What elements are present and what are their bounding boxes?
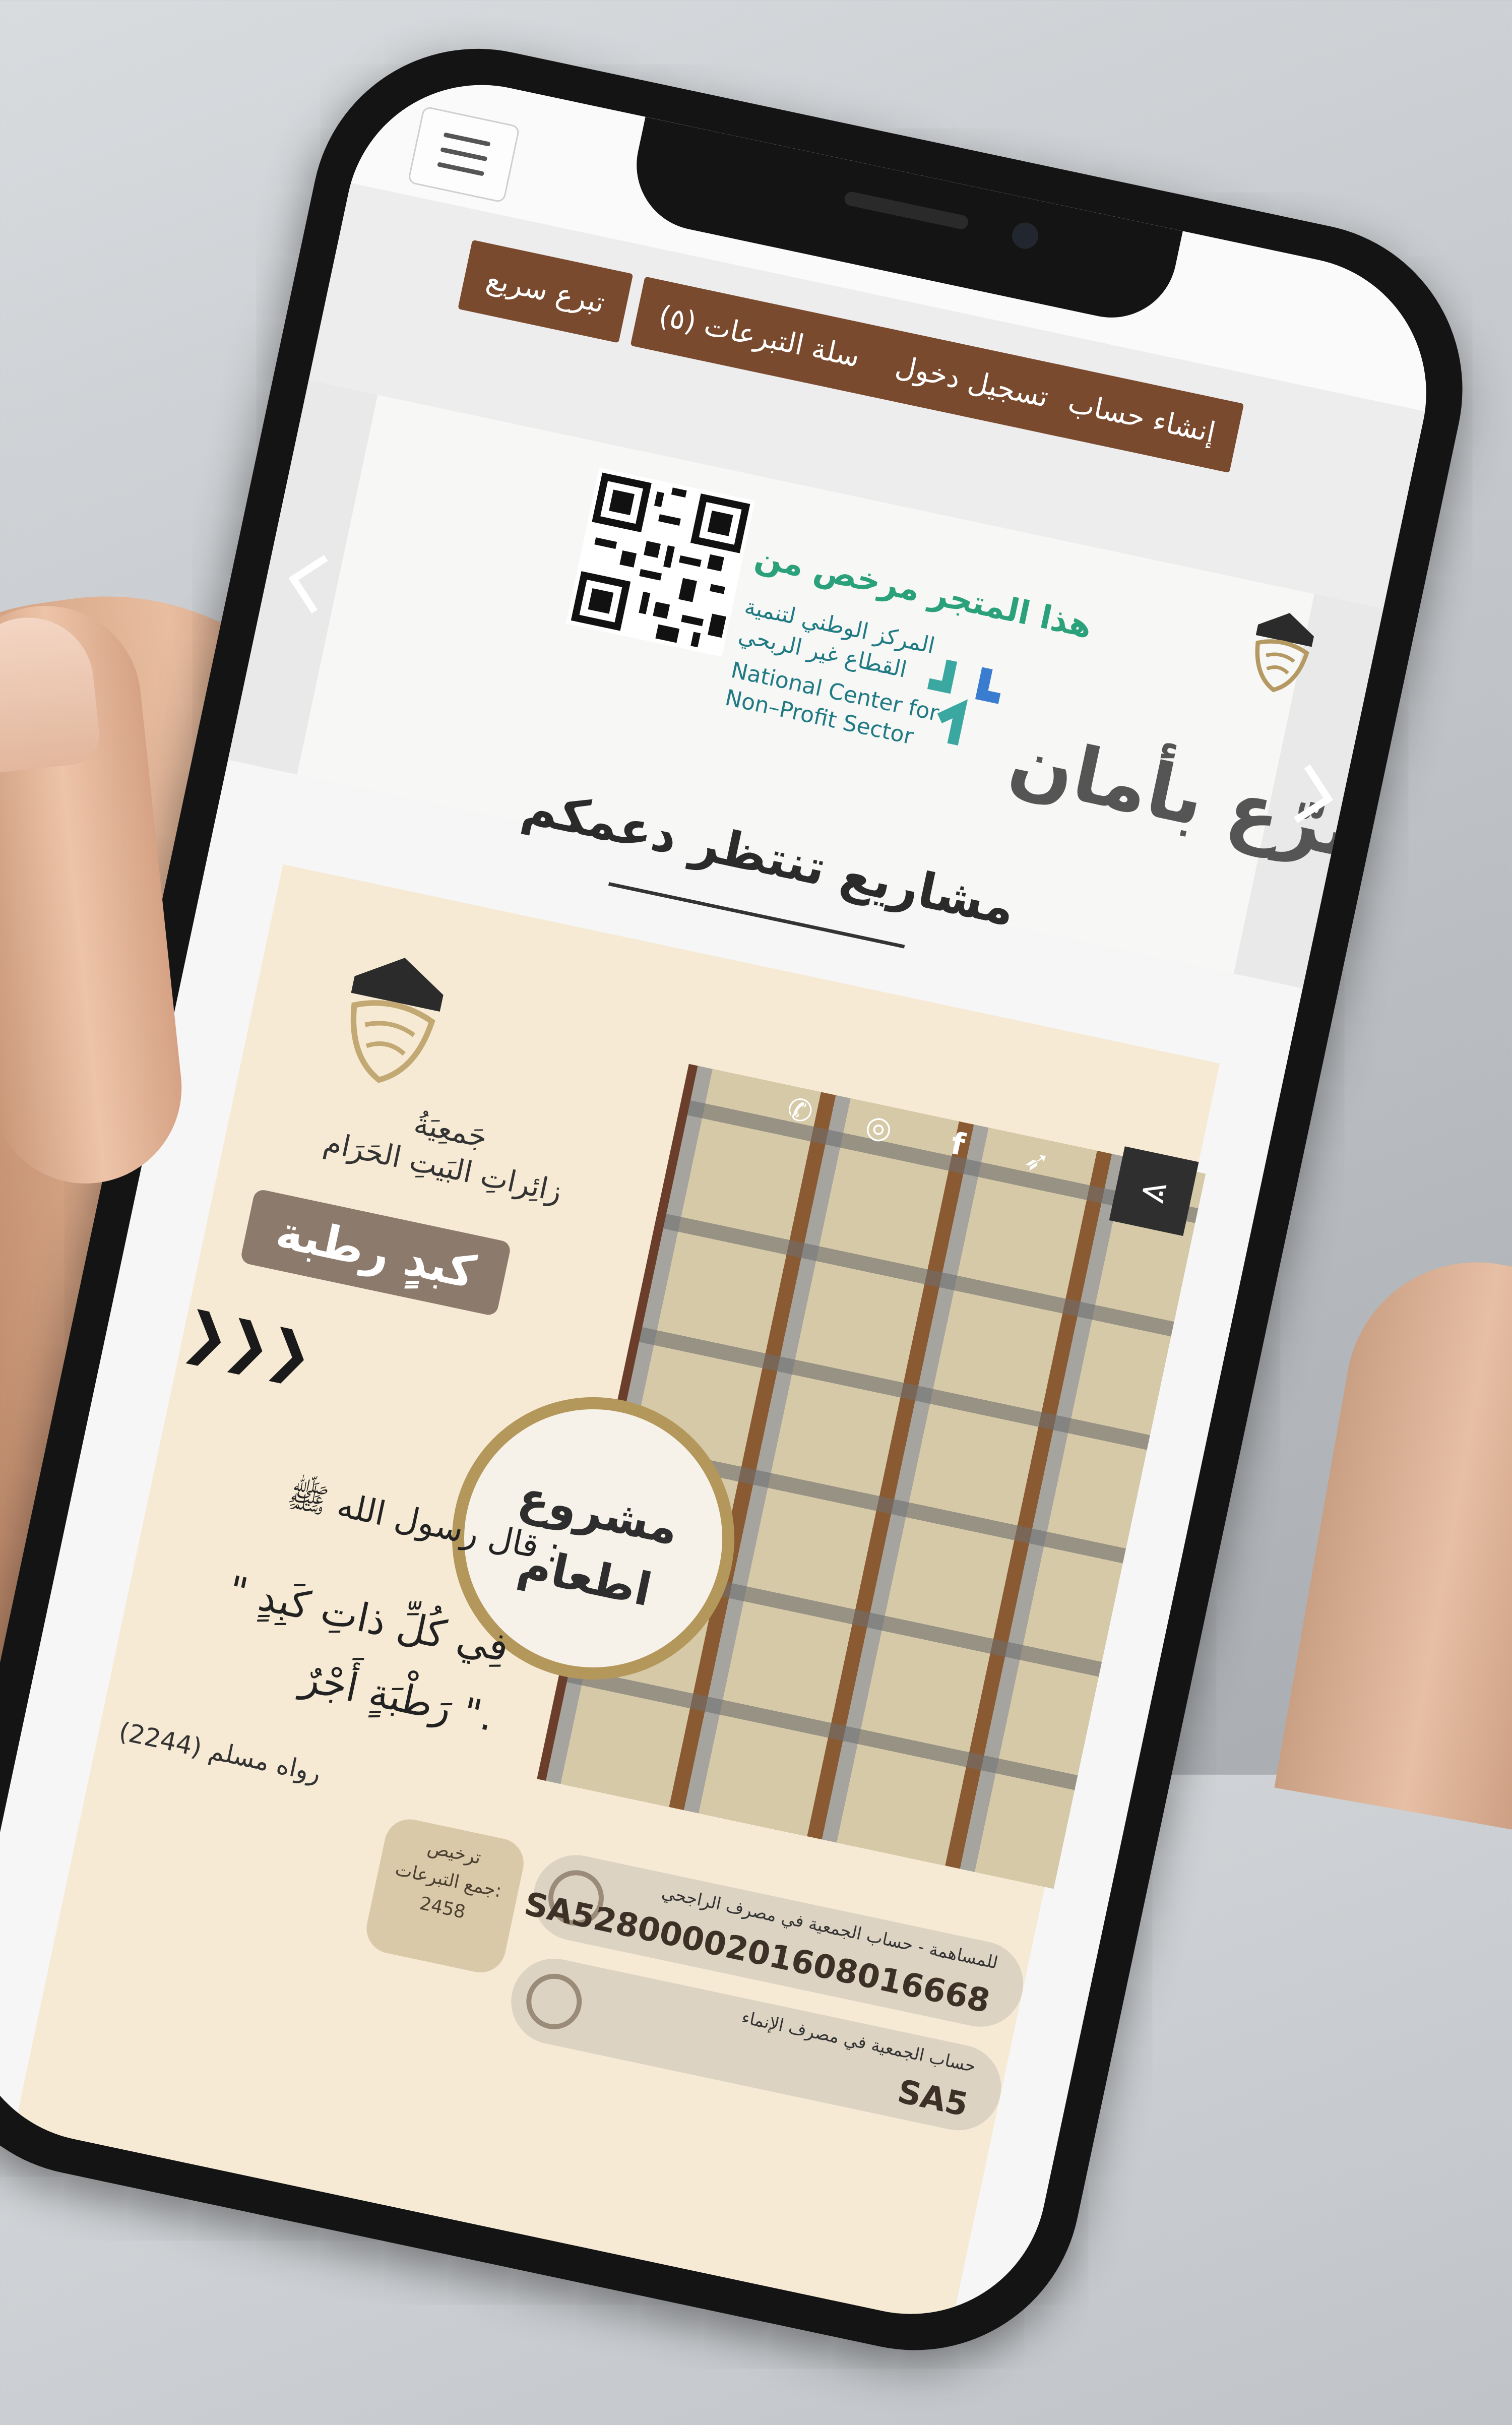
qr-code <box>566 467 755 657</box>
hadith-source: رواه مسلم (2244) <box>116 1716 324 1788</box>
thumbnail <box>0 611 102 776</box>
hamburger-line <box>440 147 488 162</box>
twitter-icon[interactable]: ➶ <box>1010 1134 1064 1188</box>
arrows-icon: ❯❯❯ <box>177 1298 316 1388</box>
instagram-icon[interactable]: ◎ <box>852 1101 906 1155</box>
bank-inma-iban: SA5 <box>894 2073 971 2125</box>
donation-cart-button[interactable]: سلة التبرعات (٥) <box>630 276 889 398</box>
project-card[interactable]: ✆ ◎ f ➶ ⋖ جَمعِيَةُ زائِراتِ البَيتِ الح… <box>15 864 1220 2326</box>
phone-screen: هذا المتجر مرخص من المركز الوطني لتنمية … <box>0 59 1452 2339</box>
phone: هذا المتجر مرخص من المركز الوطني لتنمية … <box>0 18 1512 2423</box>
association-logo <box>350 958 444 1083</box>
hamburger-line <box>443 132 491 147</box>
quick-donate-button[interactable]: تبرع سريع <box>458 239 634 343</box>
whatsapp-icon[interactable]: ✆ <box>773 1084 827 1138</box>
bank-inma-icon <box>521 1968 587 2035</box>
register-button[interactable]: إنشاء حساب <box>1039 363 1244 473</box>
hamburger-line <box>437 162 485 176</box>
speaker-grille <box>843 190 970 231</box>
front-camera <box>1010 220 1041 252</box>
share-icon[interactable]: ⋖ <box>1109 1146 1199 1236</box>
fundraising-license: ترخيص جمع التبرعات: 2458 <box>362 1815 529 1977</box>
project-name-badge: كبدٍ رطبة <box>239 1188 512 1317</box>
hamburger-menu-button[interactable] <box>407 105 521 204</box>
facebook-icon[interactable]: f <box>931 1117 985 1171</box>
